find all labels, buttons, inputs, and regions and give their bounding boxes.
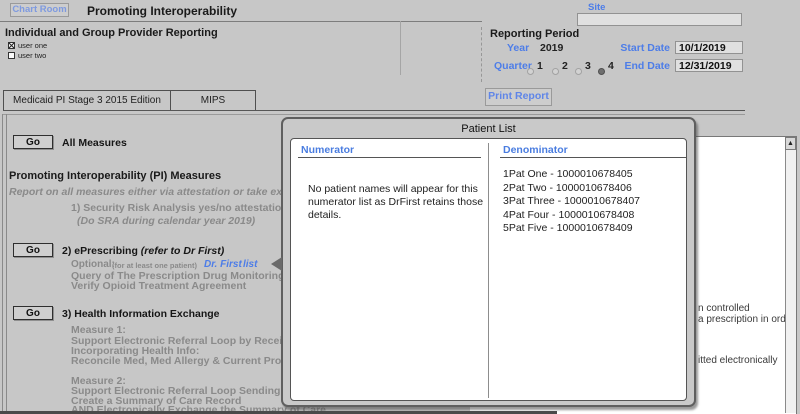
optional-note: (for at least one patient) [112, 261, 198, 270]
header-divider [0, 21, 482, 22]
patient-list-modal-title: Patient List [461, 123, 516, 135]
reporting-period-divider [481, 27, 482, 82]
right-panel-text-fragment-1: n controlled [698, 303, 750, 314]
content-top-border [3, 114, 745, 115]
pi-measures-heading: Promoting Interoperability (PI) Measures [9, 170, 222, 182]
denominator-header: Denominator [503, 144, 568, 156]
start-date-label: Start Date [620, 42, 670, 54]
measure-1-note: (Do SRA during calendar year 2019) [77, 215, 256, 227]
year-label: Year [507, 42, 530, 54]
measure-1-security-risk: 1) Security Risk Analysis yes/no attesta… [71, 202, 288, 214]
chart-room-button[interactable]: Chart Room [10, 3, 69, 17]
quarter-2-radio[interactable] [552, 62, 559, 80]
optional-label: Optional: [71, 259, 115, 270]
content-left-border [2, 114, 7, 414]
user-one-checkbox[interactable] [8, 42, 15, 49]
patient-list-modal-body: Numerator Denominator No patient names w… [290, 138, 687, 401]
measure1-line-3: Reconcile Med, Med Allergy & Current Pro… [71, 355, 316, 367]
quarter-4-radio-selected[interactable] [598, 62, 605, 80]
quarter-1-label[interactable]: 1 [537, 60, 543, 72]
scrollbar-up-arrow-icon[interactable]: ▲ [785, 137, 796, 150]
patient-list-item[interactable]: 5Pat Five - 1000010678409 [503, 222, 640, 236]
dr-first-link[interactable]: Dr. First [204, 259, 242, 270]
page-title: Promoting Interoperability [87, 4, 238, 18]
numerator-message: No patient names will appear for this nu… [308, 183, 484, 221]
site-label: Site [588, 2, 606, 13]
site-input[interactable] [577, 13, 742, 26]
user-two-label: user two [18, 51, 47, 60]
eprescribing-title-text: 2) ePrescribing [62, 245, 138, 257]
print-report-button[interactable]: Print Report [485, 88, 552, 106]
app-window: Chart Room Promoting Interoperability Si… [0, 0, 800, 414]
year-value[interactable]: 2019 [540, 42, 563, 54]
hie-title: 3) Health Information Exchange [62, 308, 220, 320]
patient-list-item[interactable]: 2Pat Two - 1000010678406 [503, 182, 640, 196]
reporting-period-title: Reporting Period [490, 28, 580, 40]
go-hie-button[interactable]: Go [13, 306, 53, 320]
modal-column-divider [488, 143, 489, 398]
user-one-label: user one [18, 41, 48, 50]
tab-mips[interactable]: MIPS [170, 90, 256, 111]
end-date-label: End Date [624, 60, 670, 72]
numerator-header-rule [298, 157, 481, 158]
pi-measures-subtitle: Report on all measures either via attest… [9, 186, 319, 198]
user-two-checkbox[interactable] [8, 52, 15, 59]
quarter-1-radio[interactable] [527, 62, 534, 80]
header-section-divider [400, 21, 401, 75]
denominator-header-rule [500, 157, 686, 158]
user-two-row[interactable]: user two [8, 51, 46, 60]
right-panel-scrollbar[interactable] [785, 137, 796, 413]
tabstrip-bottom-border [3, 110, 745, 111]
denominator-patient-list: 1Pat One - 1000010678405 2Pat Two - 1000… [503, 168, 640, 236]
right-panel-text-fragment-2: a prescription in order [698, 314, 795, 325]
tab-medicaid-pi-stage3[interactable]: Medicaid PI Stage 3 2015 Edition [3, 90, 171, 111]
go-eprescribing-button[interactable]: Go [13, 243, 53, 257]
modal-pointer-arrow-icon [271, 257, 282, 271]
patient-list-modal: Patient List Numerator Denominator No pa… [271, 117, 696, 407]
numerator-header: Numerator [301, 144, 355, 156]
quarter-3-radio[interactable] [575, 62, 582, 80]
end-date-input[interactable]: 12/31/2019 [675, 59, 743, 72]
eprescribing-title-note: (refer to Dr First) [140, 245, 225, 257]
provider-reporting-title: Individual and Group Provider Reporting [5, 27, 218, 39]
quarter-3-label[interactable]: 3 [585, 60, 591, 72]
user-one-row[interactable]: user one [8, 41, 47, 50]
eprescribing-title: 2) ePrescribing (refer to Dr First) [62, 245, 224, 257]
all-measures-label: All Measures [62, 137, 127, 149]
list-link[interactable]: list [243, 259, 257, 270]
go-all-measures-button[interactable]: Go [13, 135, 53, 149]
quarter-2-label[interactable]: 2 [562, 60, 568, 72]
patient-list-item[interactable]: 3Pat Three - 1000010678407 [503, 195, 640, 209]
quarter-4-label[interactable]: 4 [608, 60, 614, 72]
start-date-input[interactable]: 10/1/2019 [675, 41, 743, 54]
patient-list-item[interactable]: 4Pat Four - 1000010678408 [503, 209, 640, 223]
verify-opioid-line: Verify Opioid Treatment Agreement [71, 280, 247, 292]
patient-list-item[interactable]: 1Pat One - 1000010678405 [503, 168, 640, 182]
right-panel-text-fragment-3: itted electronically [698, 355, 778, 366]
